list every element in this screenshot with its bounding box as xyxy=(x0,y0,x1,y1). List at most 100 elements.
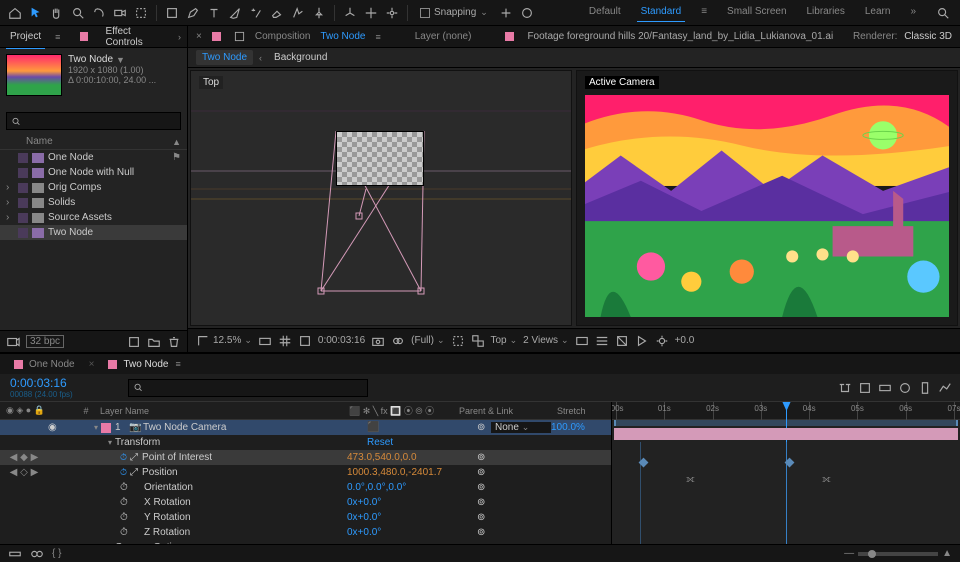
graph-editor-icon[interactable] xyxy=(938,381,952,395)
comp-name: Two Node xyxy=(68,54,113,65)
timeline-row[interactable]: ⏱Y Rotation0x+0.0°⊚ xyxy=(0,510,611,525)
ease-handle-icon[interactable]: ⟗ xyxy=(822,474,831,485)
frame-blend-icon[interactable] xyxy=(898,381,912,395)
exposure-icon[interactable] xyxy=(655,334,669,348)
timeline-tab-two-node[interactable]: Two Node≡ xyxy=(104,357,184,372)
project-search-input[interactable] xyxy=(21,116,176,127)
orbit-tool-icon[interactable] xyxy=(90,4,108,22)
exposure-value[interactable]: +0.0 xyxy=(675,335,695,346)
composition-panel: × Composition Two Node ≡ Layer (none) Fo… xyxy=(188,26,960,352)
project-item[interactable]: Two Node xyxy=(0,225,187,240)
effect-controls-tab[interactable]: Effect Controls xyxy=(101,24,168,50)
parent-header[interactable]: Parent & Link xyxy=(453,406,551,416)
top-view[interactable]: Top xyxy=(190,70,572,326)
crumb-background[interactable]: Background xyxy=(268,50,333,65)
ws-default[interactable]: Default xyxy=(585,4,625,22)
view-opt2-icon[interactable] xyxy=(595,334,609,348)
timeline-row[interactable]: ◉▾1📷Two Node Camera⬛⊚None ⌄100.0% xyxy=(0,420,611,435)
timeline-row[interactable]: ◀ ◆ ▶⏱⤢Point of Interest473.0,540.0,0.0⊚ xyxy=(0,450,611,465)
home-icon[interactable] xyxy=(6,4,24,22)
timeline-zoom-slider[interactable] xyxy=(858,552,938,556)
pin-tool-icon[interactable] xyxy=(310,4,328,22)
toggle-modes-icon[interactable] xyxy=(30,547,44,561)
zoom-out-icon[interactable]: — xyxy=(844,548,854,559)
snap-opt2-icon[interactable] xyxy=(518,4,536,22)
renderer-label: Renderer: xyxy=(853,31,897,42)
timeline-row[interactable]: ⏱Z Rotation0x+0.0°⊚ xyxy=(0,525,611,540)
project-item[interactable]: ›Solids xyxy=(0,195,187,210)
tag-column-icon[interactable]: ▲ xyxy=(172,137,181,147)
new-comp-icon[interactable] xyxy=(127,335,141,349)
timeline-graph[interactable]: :00s01s02s03s04s05s06s07s With single no… xyxy=(612,402,960,544)
stretch-header[interactable]: Stretch xyxy=(551,406,611,416)
shape-tool-icon[interactable] xyxy=(163,4,181,22)
project-search[interactable] xyxy=(6,112,181,130)
composition-link[interactable]: Two Node xyxy=(320,31,365,42)
snapping-toggle[interactable]: Snapping ⌄ xyxy=(420,7,488,18)
zoom-tool-icon[interactable] xyxy=(69,4,87,22)
timeline-row[interactable]: ◀ ◇ ▶⏱⤢Position1000.3,480.0,-2401.7⊚ xyxy=(0,465,611,480)
axis-view-icon[interactable] xyxy=(383,4,401,22)
timeline-row[interactable]: ▾TransformReset xyxy=(0,435,611,450)
layer-name-header[interactable]: Layer Name xyxy=(96,406,343,416)
ws-learn[interactable]: Learn xyxy=(861,4,895,22)
eraser-tool-icon[interactable] xyxy=(268,4,286,22)
timeline-tab-one-node[interactable]: One Node xyxy=(10,357,79,372)
pan-behind-icon[interactable] xyxy=(132,4,150,22)
snap-opt1-icon[interactable] xyxy=(497,4,515,22)
ws-small[interactable]: Small Screen xyxy=(723,4,790,22)
name-column-header[interactable]: Name xyxy=(26,136,53,147)
project-item[interactable]: ›Source Assets xyxy=(0,210,187,225)
motion-blur-icon[interactable] xyxy=(918,381,932,395)
layer1-bar[interactable] xyxy=(614,428,958,440)
ws-menu-icon[interactable]: ≡ xyxy=(697,4,711,22)
draft3d-icon[interactable] xyxy=(858,381,872,395)
bpc-toggle[interactable]: 32 bpc xyxy=(26,336,64,347)
axis-world-icon[interactable] xyxy=(362,4,380,22)
renderer-value[interactable]: Classic 3D xyxy=(904,31,952,42)
project-tab-menu-icon[interactable]: ≡ xyxy=(55,32,60,42)
timeline-row[interactable]: ⏱Orientation0.0°,0.0°,0.0°⊚ xyxy=(0,480,611,495)
layer-panel-label[interactable]: Layer (none) xyxy=(415,31,472,42)
zoom-in-icon[interactable]: ▲ xyxy=(942,548,952,559)
close-tab-icon[interactable]: × xyxy=(196,31,202,42)
footage-panel-label[interactable]: Footage foreground hills 20/Fantasy_land… xyxy=(527,31,833,42)
timeline-row[interactable]: ⏱X Rotation0x+0.0°⊚ xyxy=(0,495,611,510)
selection-tool-icon[interactable] xyxy=(27,4,45,22)
crumb-current[interactable]: Two Node xyxy=(196,50,253,65)
pen-tool-icon[interactable] xyxy=(184,4,202,22)
hand-tool-icon[interactable] xyxy=(48,4,66,22)
toggle-switches-icon[interactable] xyxy=(8,547,22,561)
current-time[interactable]: 0:00:03:16 00088 (24.00 fps) xyxy=(0,376,120,399)
project-item[interactable]: One Node⚑ xyxy=(0,150,187,165)
delete-icon[interactable] xyxy=(167,335,181,349)
interpret-footage-icon[interactable] xyxy=(6,335,20,349)
comp-name-dropdown-icon[interactable]: ▼ xyxy=(116,55,125,65)
project-item[interactable]: ›Orig Comps xyxy=(0,180,187,195)
comp-flowchart-icon[interactable] xyxy=(838,381,852,395)
pixel-aspect-icon[interactable] xyxy=(615,334,629,348)
brush-tool-icon[interactable] xyxy=(226,4,244,22)
fast-preview-icon[interactable] xyxy=(635,334,649,348)
timeline-search[interactable] xyxy=(128,379,368,397)
comp-duration: Δ 0:00:10:00, 24.00 ... xyxy=(68,75,181,85)
project-item[interactable]: One Node with Null xyxy=(0,165,187,180)
ws-standard[interactable]: Standard xyxy=(637,4,686,22)
text-tool-icon[interactable] xyxy=(205,4,223,22)
roto-tool-icon[interactable] xyxy=(289,4,307,22)
expand-props-icon[interactable]: { } xyxy=(52,548,61,559)
axis-local-icon[interactable] xyxy=(341,4,359,22)
search-icon[interactable] xyxy=(932,4,954,22)
ws-libraries[interactable]: Libraries xyxy=(803,4,849,22)
active-camera-view[interactable]: Active Camera xyxy=(576,70,958,326)
ease-handle-icon[interactable]: ⟗ xyxy=(686,474,695,485)
project-tab[interactable]: Project xyxy=(6,29,45,44)
camera-tool-icon[interactable] xyxy=(111,4,129,22)
view-opt1-icon[interactable] xyxy=(575,334,589,348)
clone-tool-icon[interactable] xyxy=(247,4,265,22)
comp-tab-menu-icon[interactable]: ≡ xyxy=(375,32,380,42)
composition-label: Composition xyxy=(255,31,311,42)
new-folder-icon[interactable] xyxy=(147,335,161,349)
ws-more-icon[interactable]: » xyxy=(906,4,920,22)
shy-icon[interactable] xyxy=(878,381,892,395)
